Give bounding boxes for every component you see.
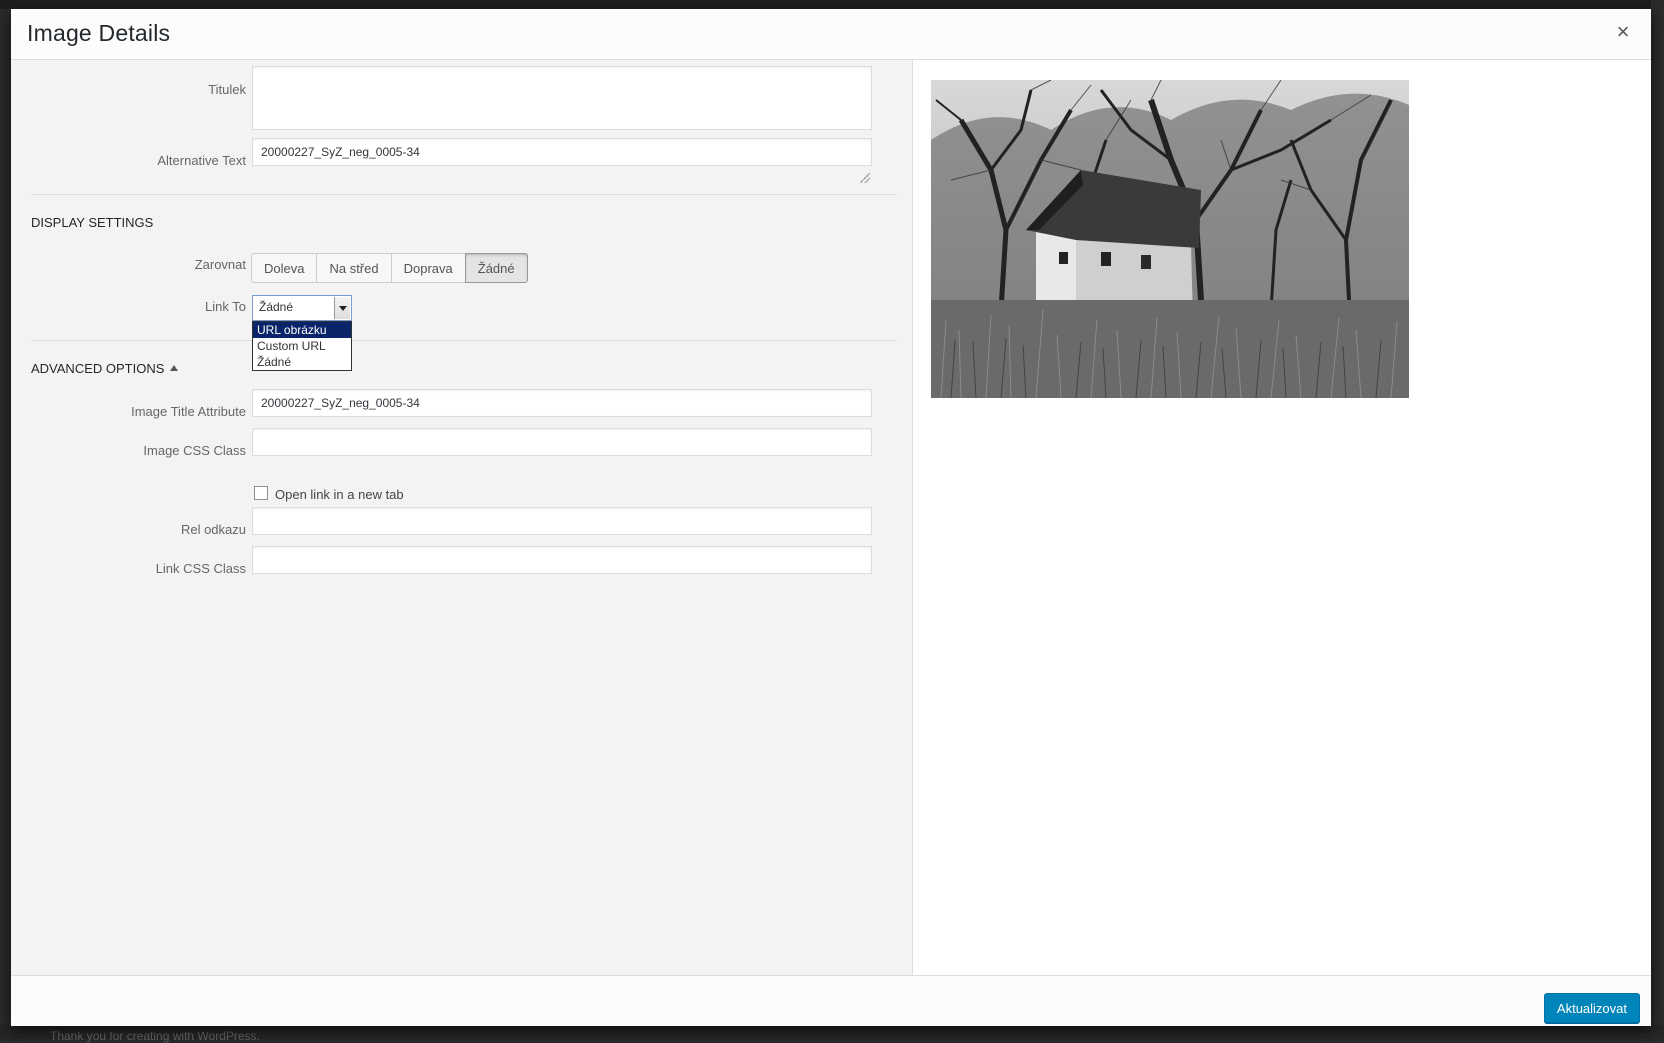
resize-grip-icon[interactable] [860, 173, 870, 183]
align-none-button[interactable]: Žádné [464, 253, 528, 283]
close-button[interactable]: × [1611, 20, 1635, 44]
align-center-button[interactable]: Na střed [316, 253, 392, 283]
chevron-down-icon[interactable] [334, 297, 350, 319]
align-label: Zarovnat [194, 257, 246, 272]
background-admin-bar [0, 0, 1664, 9]
image-title-attribute-label: Image Title Attribute [131, 404, 246, 419]
image-css-class-label: Image CSS Class [143, 443, 246, 458]
image-title-attribute-input[interactable] [252, 389, 872, 417]
dropdown-option-none[interactable]: Žádné [253, 354, 351, 370]
image-preview-panel [913, 60, 1651, 975]
advanced-options-toggle[interactable]: ADVANCED OPTIONS [31, 361, 179, 376]
link-to-selected-value: Žádné [259, 300, 294, 314]
open-new-tab-checkbox[interactable] [254, 486, 268, 500]
image-preview [931, 80, 1409, 398]
link-to-select[interactable]: Žádné [252, 295, 352, 321]
caption-label: Titulek [208, 82, 246, 97]
settings-panel: Titulek Alternative Text DISPLAY SETTING… [11, 60, 913, 975]
modal-header: Image Details × [11, 9, 1651, 60]
link-css-class-label: Link CSS Class [155, 561, 246, 576]
link-to-dropdown: URL obrázku Custom URL Žádné [252, 321, 352, 371]
rel-input[interactable] [252, 507, 872, 535]
rel-label: Rel odkazu [180, 522, 246, 537]
image-css-class-input[interactable] [252, 428, 872, 456]
close-icon: × [1616, 19, 1630, 44]
background-footer-text: Thank you for creating with WordPress. [50, 1029, 260, 1043]
advanced-options-heading: ADVANCED OPTIONS [31, 361, 165, 376]
modal-footer: Aktualizovat [11, 975, 1651, 1026]
background-page-edge [1651, 0, 1664, 1039]
caption-textarea[interactable] [252, 66, 872, 130]
align-left-button[interactable]: Doleva [251, 253, 318, 283]
align-button-group: Doleva Na střed Doprava Žádné [251, 253, 528, 283]
open-new-tab-label[interactable]: Open link in a new tab [275, 487, 404, 502]
section-divider [31, 340, 897, 341]
image-details-modal: Image Details × Titulek Alternative Text… [11, 9, 1651, 1026]
alt-text-input[interactable] [252, 138, 872, 166]
link-css-class-input[interactable] [252, 546, 872, 574]
section-divider [31, 194, 897, 195]
house-photo-image [931, 80, 1409, 398]
dropdown-option-image-url[interactable]: URL obrázku [253, 322, 351, 338]
update-button[interactable]: Aktualizovat [1543, 993, 1640, 1023]
align-right-button[interactable]: Doprava [390, 253, 466, 283]
alt-text-label: Alternative Text [157, 153, 246, 168]
display-settings-heading: DISPLAY SETTINGS [31, 215, 154, 230]
caret-up-icon [170, 365, 179, 371]
dropdown-option-custom-url[interactable]: Custom URL [253, 338, 351, 354]
link-to-label: Link To [205, 299, 246, 314]
modal-title: Image Details [27, 20, 171, 46]
